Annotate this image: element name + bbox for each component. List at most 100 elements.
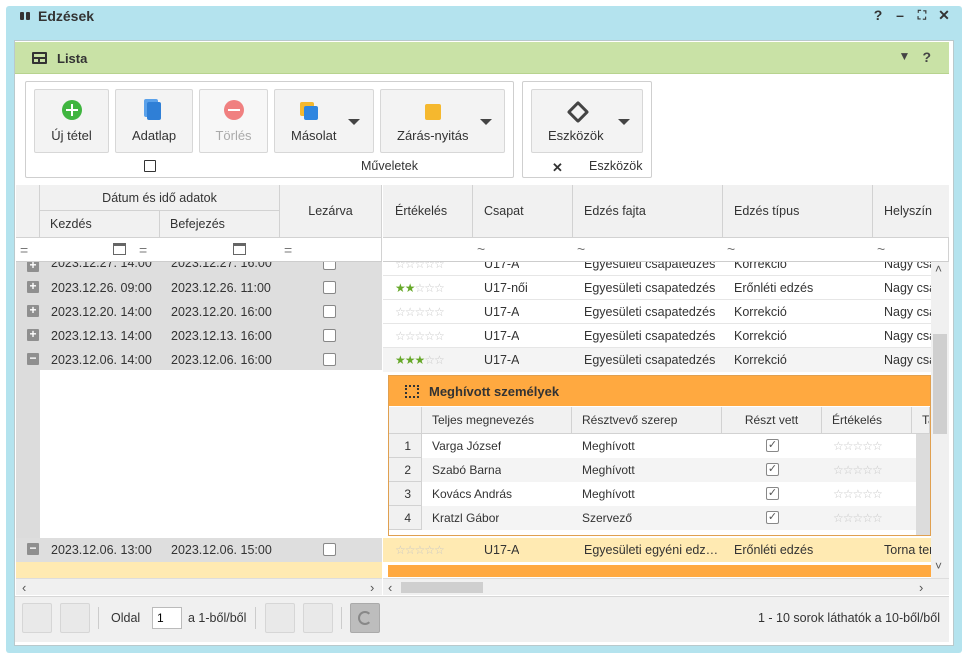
- filter-like-icon[interactable]: ~: [877, 241, 885, 257]
- kind-cell: Egyesületi csapatedzés: [584, 329, 716, 343]
- team-cell: U17-A: [484, 262, 520, 271]
- col-header-kind[interactable]: Edzés fajta: [573, 185, 723, 238]
- locked-checkbox[interactable]: [323, 543, 336, 556]
- rating-stars[interactable]: ★★☆☆☆: [395, 281, 445, 295]
- right-row[interactable]: ☆☆☆☆☆ U17-A Egyesületi csapatedzés Korre…: [383, 324, 931, 348]
- maximize-icon[interactable]: ⛶: [916, 8, 928, 22]
- left-row[interactable]: + 2023.12.26. 09:00 2023.12.26. 11:00: [16, 276, 382, 300]
- col-header-locked[interactable]: Lezárva: [280, 185, 382, 238]
- scroll-up-icon[interactable]: ˄: [935, 262, 942, 276]
- left-row[interactable]: + 2023.12.20. 14:00 2023.12.20. 16:00: [16, 300, 382, 324]
- collapse-icon[interactable]: −: [27, 542, 39, 555]
- scroll-right-icon[interactable]: ›: [370, 580, 374, 595]
- expand-icon[interactable]: +: [27, 280, 39, 293]
- rating-stars[interactable]: ☆☆☆☆☆: [833, 487, 883, 501]
- filter-like-icon[interactable]: ~: [577, 241, 585, 257]
- sub-col-name[interactable]: Teljes megnevezés: [422, 407, 572, 434]
- left-row[interactable]: − 2023.12.06. 14:00 2023.12.06. 16:00: [16, 348, 382, 372]
- scroll-right-icon[interactable]: ›: [919, 580, 923, 595]
- locked-checkbox[interactable]: [323, 262, 336, 270]
- filter-like-icon[interactable]: ~: [727, 241, 735, 257]
- left-row-selected[interactable]: − 2023.12.06. 13:00 2023.12.06. 15:00: [16, 538, 382, 578]
- left-row[interactable]: + 2023.12.13. 14:00 2023.12.13. 16:00: [16, 324, 382, 348]
- subgrid-row[interactable]: 3 Kovács András Meghívott ✓ ☆☆☆☆☆: [389, 482, 930, 506]
- rating-stars[interactable]: ☆☆☆☆☆: [833, 463, 883, 477]
- new-item-button[interactable]: Új tétel: [34, 89, 109, 153]
- attended-checkbox[interactable]: ✓: [766, 439, 779, 452]
- expand-icon[interactable]: +: [27, 304, 39, 317]
- left-row[interactable]: + 2023.12.27. 14:00 2023.12.27. 16:00: [16, 262, 382, 274]
- filter-eq-icon[interactable]: =: [139, 242, 147, 258]
- attended-checkbox[interactable]: ✓: [766, 487, 779, 500]
- sub-col-attended[interactable]: Részt vett: [722, 407, 822, 434]
- right-row[interactable]: ☆☆☆☆☆ U17-A Egyesületi csapatedzés Korre…: [383, 262, 931, 276]
- expand-icon[interactable]: +: [27, 328, 39, 341]
- scroll-down-icon[interactable]: ˅: [935, 559, 942, 573]
- col-header-rating[interactable]: Értékelés: [383, 185, 473, 238]
- rating-stars[interactable]: ☆☆☆☆☆: [833, 439, 883, 453]
- col-header-place[interactable]: Helyszín: [873, 185, 949, 238]
- minimize-icon[interactable]: –: [894, 8, 906, 22]
- scroll-thumb[interactable]: [401, 582, 483, 593]
- refresh-button[interactable]: [350, 603, 380, 633]
- col-header-type[interactable]: Edzés típus: [723, 185, 873, 238]
- calendar-icon[interactable]: [233, 243, 246, 255]
- locked-checkbox[interactable]: [323, 305, 336, 318]
- pin-icon[interactable]: ▼: [899, 49, 911, 65]
- subgrid-vscrollbar[interactable]: [916, 434, 930, 535]
- rating-stars[interactable]: ☆☆☆☆☆: [833, 511, 883, 525]
- subgrid-row[interactable]: 4 Kratzl Gábor Szervező ✓ ☆☆☆☆☆: [389, 506, 930, 530]
- scroll-thumb[interactable]: [933, 334, 947, 434]
- rating-stars[interactable]: ☆☆☆☆☆: [395, 305, 445, 319]
- scroll-left-icon[interactable]: ‹: [388, 580, 392, 595]
- datasheet-label: Adatlap: [131, 128, 177, 143]
- filter-eq-icon[interactable]: =: [20, 242, 28, 258]
- locked-checkbox[interactable]: [323, 353, 336, 366]
- subgrid-row[interactable]: 2 Szabó Barna Meghívott ✓ ☆☆☆☆☆: [389, 458, 930, 482]
- next-page-button[interactable]: [265, 603, 295, 633]
- datasheet-button[interactable]: Adatlap: [115, 89, 193, 153]
- panel-help-icon[interactable]: ?: [922, 49, 931, 65]
- tools-dropdown-icon[interactable]: [618, 119, 630, 125]
- col-header-team[interactable]: Csapat: [473, 185, 573, 238]
- collapse-icon[interactable]: −: [27, 352, 39, 365]
- last-page-button[interactable]: [303, 603, 333, 633]
- calendar-icon[interactable]: [113, 243, 126, 255]
- locked-checkbox[interactable]: [323, 329, 336, 342]
- copy-dropdown-icon[interactable]: [348, 119, 360, 125]
- close-icon[interactable]: ✕: [938, 8, 950, 22]
- rating-stars[interactable]: ☆☆☆☆☆: [395, 329, 445, 343]
- page-input[interactable]: [152, 607, 182, 629]
- delete-button[interactable]: Törlés: [199, 89, 268, 153]
- col-header-end[interactable]: Befejezés: [160, 211, 280, 238]
- help-icon[interactable]: ?: [872, 8, 884, 22]
- sub-col-rating[interactable]: Értékelés: [822, 407, 912, 434]
- close-open-dropdown-icon[interactable]: [480, 119, 492, 125]
- scroll-left-icon[interactable]: ‹: [22, 580, 26, 595]
- edit-icon[interactable]: [144, 160, 156, 172]
- col-header-start[interactable]: Kezdés: [40, 211, 160, 238]
- left-hscrollbar[interactable]: ‹ ›: [16, 578, 382, 595]
- right-row[interactable]: ☆☆☆☆☆ U17-A Egyesületi csapatedzés Korre…: [383, 300, 931, 324]
- place-cell: Nagy csa: [884, 329, 931, 343]
- attended-checkbox[interactable]: ✓: [766, 511, 779, 524]
- rating-stars[interactable]: ☆☆☆☆☆: [395, 262, 445, 271]
- right-row[interactable]: ★★☆☆☆ U17-női Egyesületi csapatedzés Erő…: [383, 276, 931, 300]
- rating-stars[interactable]: ★★★☆☆: [395, 353, 445, 367]
- right-row-selected[interactable]: ☆☆☆☆☆ U17-A Egyesületi egyéni edz… Erőnl…: [383, 538, 931, 562]
- first-page-button[interactable]: [22, 603, 52, 633]
- expand-icon[interactable]: +: [27, 262, 39, 272]
- team-cell: U17-A: [484, 353, 520, 367]
- right-vscrollbar[interactable]: ˄ ˅: [931, 262, 949, 578]
- subgrid-row[interactable]: 1 Varga József Meghívott ✓ ☆☆☆☆☆: [389, 434, 930, 458]
- sub-col-role[interactable]: Résztvevő szerep: [572, 407, 722, 434]
- rating-stars[interactable]: ☆☆☆☆☆: [395, 543, 445, 557]
- filter-like-icon[interactable]: ~: [477, 241, 485, 257]
- prev-page-button[interactable]: [60, 603, 90, 633]
- filter-eq-icon[interactable]: =: [284, 242, 292, 258]
- right-hscrollbar[interactable]: ‹ ›: [383, 578, 949, 595]
- right-row-expanded[interactable]: ★★★☆☆ U17-A Egyesületi csapatedzés Korre…: [383, 348, 931, 372]
- attended-checkbox[interactable]: ✓: [766, 463, 779, 476]
- sub-col-extra[interactable]: Ta: [912, 407, 930, 434]
- locked-checkbox[interactable]: [323, 281, 336, 294]
